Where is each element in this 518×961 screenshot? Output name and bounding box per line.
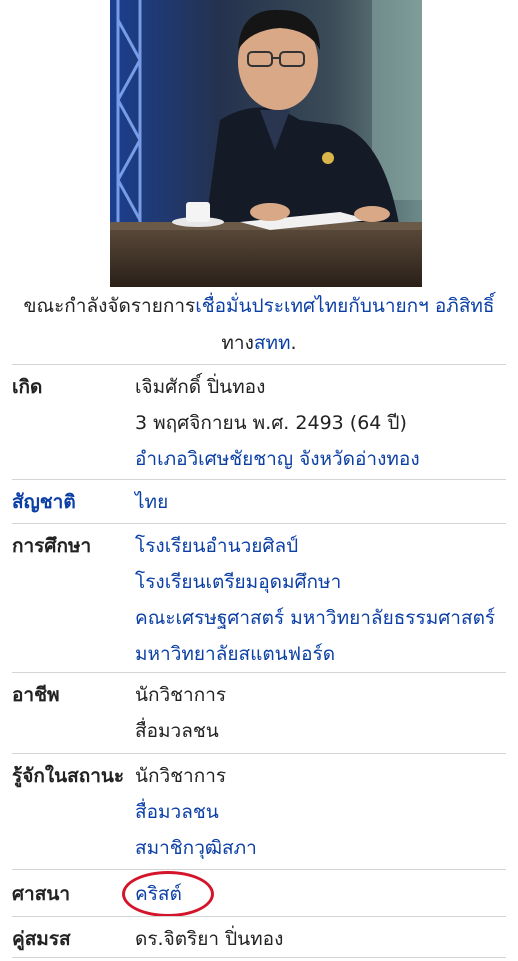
infobox-row-spouse: คู่สมรส ดร.จิตริยา ปิ่นทอง	[12, 916, 506, 961]
occupation-label: อาชีพ	[12, 684, 60, 706]
education-item-link[interactable]: คณะเศรษฐศาสตร์ มหาวิทยาลัยธรรมศาสตร์	[135, 600, 495, 636]
spouse-label: คู่สมรส	[12, 928, 71, 950]
education-item-link[interactable]: โรงเรียนอำนวยศิลป์	[135, 528, 495, 564]
nationality-label-link[interactable]: สัญชาติ	[12, 484, 76, 520]
channel-link[interactable]: สทท	[254, 332, 291, 354]
caption-prefix: ขณะกำลังจัดรายการ	[23, 295, 196, 317]
education-label: การศึกษา	[12, 535, 92, 557]
infobox-bottom-divider	[12, 957, 506, 958]
education-item-link[interactable]: มหาวิทยาลัยสแตนฟอร์ด	[135, 636, 495, 672]
infobox-row-born: เกิด เจิมศักดิ์ ปิ่นทอง 3 พฤศจิกายน พ.ศ.…	[12, 364, 506, 479]
portrait-image	[110, 0, 422, 287]
program-link[interactable]: เชื่อมั่นประเทศไทยกับนายกฯ อภิสิทธิ์	[195, 295, 494, 317]
photo-caption: ขณะกำลังจัดรายการเชื่อมั่นประเทศไทยกับนา…	[8, 288, 510, 362]
spouse-value: ดร.จิตริยา ปิ่นทอง	[135, 928, 284, 950]
caption-mid: ทาง	[221, 332, 254, 354]
infobox-row-religion: ศาสนา คริสต์	[12, 869, 506, 916]
occupation-item: นักวิชาการ	[135, 684, 227, 706]
education-item-link[interactable]: โรงเรียนเตรียมอุดมศึกษา	[135, 564, 495, 600]
born-place-link[interactable]: อำเภอวิเศษชัยชาญ จังหวัดอ่างทอง	[135, 441, 420, 477]
portrait-photo[interactable]	[110, 0, 422, 287]
born-name: เจิมศักดิ์ ปิ่นทอง	[135, 376, 266, 398]
infobox-row-known-for: รู้จักในสถานะ นักวิชาการ สื่อมวลชน สมาชิ…	[12, 753, 506, 869]
born-date: 3 พฤศจิกายน พ.ศ. 2493 (64 ปี)	[135, 412, 407, 434]
known-for-item-link[interactable]: สื่อมวลชน	[135, 794, 257, 830]
known-for-label: รู้จักในสถานะ	[12, 765, 125, 787]
caption-suffix: .	[290, 332, 297, 354]
infobox-row-education: การศึกษา โรงเรียนอำนวยศิลป์ โรงเรียนเตรี…	[12, 523, 506, 672]
known-for-item: นักวิชาการ	[135, 765, 227, 787]
infobox-row-nationality: สัญชาติ ไทย	[12, 479, 506, 524]
religion-label: ศาสนา	[12, 883, 70, 905]
born-label: เกิด	[12, 376, 43, 398]
known-for-item-link[interactable]: สมาชิกวุฒิสภา	[135, 830, 257, 866]
occupation-item: สื่อมวลชน	[135, 720, 219, 742]
infobox-row-occupation: อาชีพ นักวิชาการ สื่อมวลชน	[12, 672, 506, 753]
highlight-circle	[122, 871, 214, 917]
nationality-value-link[interactable]: ไทย	[135, 484, 168, 520]
